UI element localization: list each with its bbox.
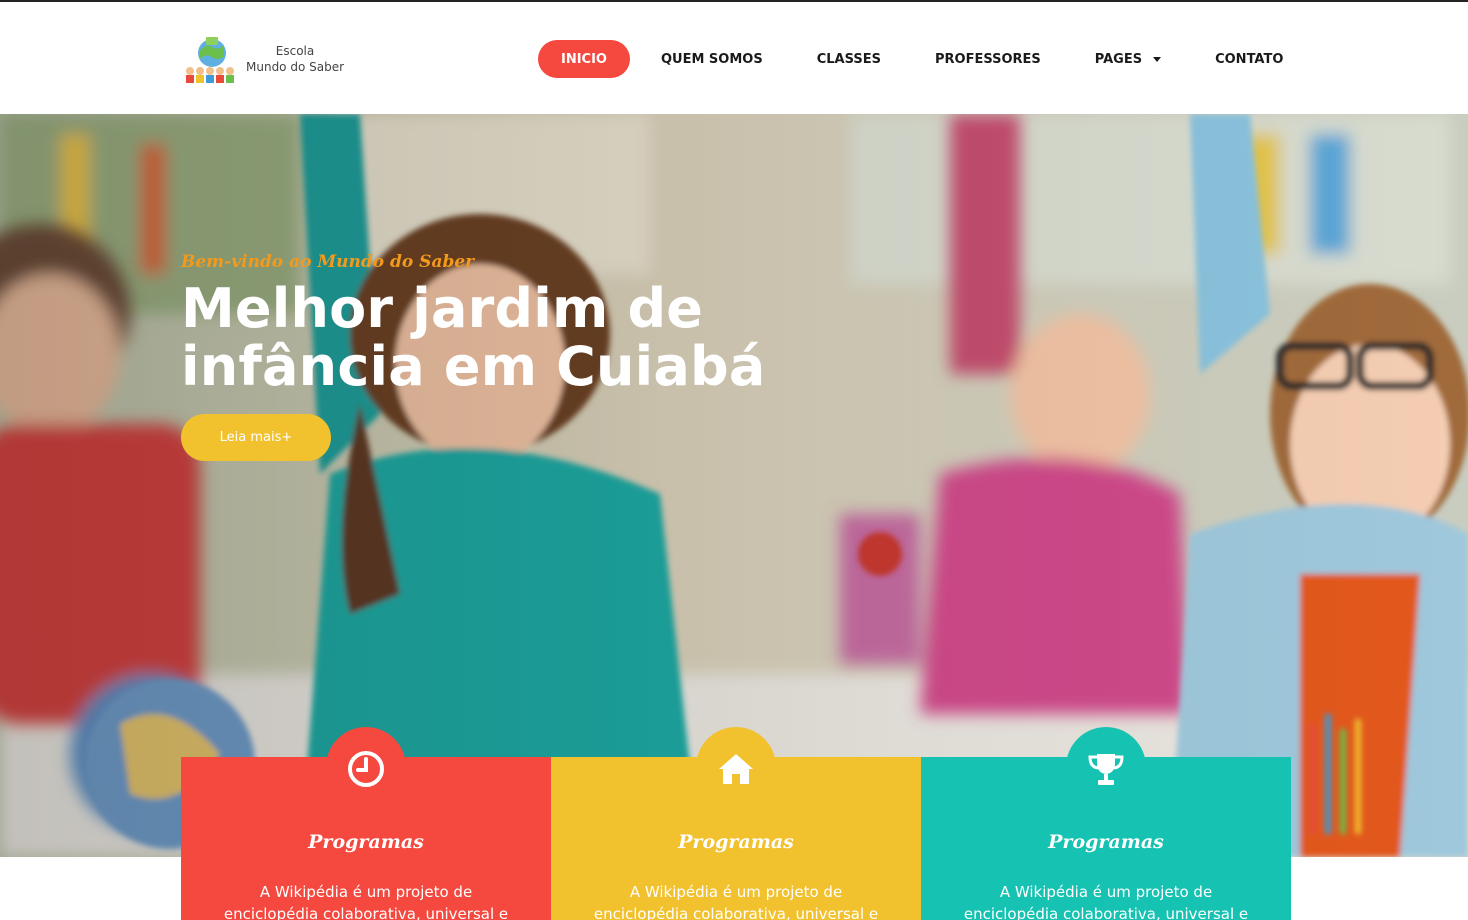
hero-headline: Melhor jardim de infância em Cuiabá	[181, 280, 821, 396]
clock-icon	[346, 749, 386, 789]
nav-item-inicio[interactable]: INICIO	[538, 40, 630, 78]
hero-headline-line-2: infância em Cuiabá	[181, 335, 766, 398]
logo-graphic	[184, 33, 240, 85]
logo[interactable]: Escola Mundo do Saber	[184, 32, 344, 86]
feature-card-3[interactable]: Programas A Wikipédia é um projeto de en…	[921, 727, 1291, 920]
trophy-icon	[1086, 749, 1126, 789]
feature-title-1: Programas	[308, 831, 424, 853]
home-icon	[716, 749, 756, 789]
hero-headline-line-1: Melhor jardim de	[181, 277, 704, 340]
site-header: Escola Mundo do Saber INICIO QUEM SOMOS …	[0, 2, 1468, 114]
nav-item-professores[interactable]: PROFESSORES	[935, 40, 1041, 78]
feature-desc-3: A Wikipédia é um projeto de enciclopédia…	[963, 883, 1249, 920]
nav-item-contato[interactable]: CONTATO	[1215, 40, 1283, 78]
features-row: Programas A Wikipédia é um projeto de en…	[181, 727, 1291, 920]
feature-title-2: Programas	[678, 831, 794, 853]
chevron-down-icon	[1153, 56, 1162, 62]
feature-card-1[interactable]: Programas A Wikipédia é um projeto de en…	[181, 727, 551, 920]
feature-desc-2: A Wikipédia é um projeto de enciclopédia…	[593, 883, 879, 920]
logo-text: Escola Mundo do Saber	[246, 43, 344, 75]
nav-item-pages-label: PAGES	[1094, 51, 1143, 67]
main-nav: INICIO QUEM SOMOS CLASSES PROFESSORES PA…	[538, 40, 1283, 78]
read-more-button[interactable]: Leia mais+	[181, 414, 331, 461]
nav-item-classes[interactable]: CLASSES	[817, 40, 881, 78]
feature-desc-1: A Wikipédia é um projeto de enciclopédia…	[223, 883, 509, 920]
nav-item-pages[interactable]: PAGES	[1094, 40, 1162, 78]
logo-line-2: Mundo do Saber	[246, 60, 345, 74]
feature-title-3: Programas	[1048, 831, 1164, 853]
feature-card-2[interactable]: Programas A Wikipédia é um projeto de en…	[551, 727, 921, 920]
nav-item-quem-somos[interactable]: QUEM SOMOS	[661, 40, 763, 78]
hero-welcome: Bem-vindo ao Mundo do Saber	[181, 252, 475, 272]
logo-line-1: Escola	[275, 44, 315, 58]
